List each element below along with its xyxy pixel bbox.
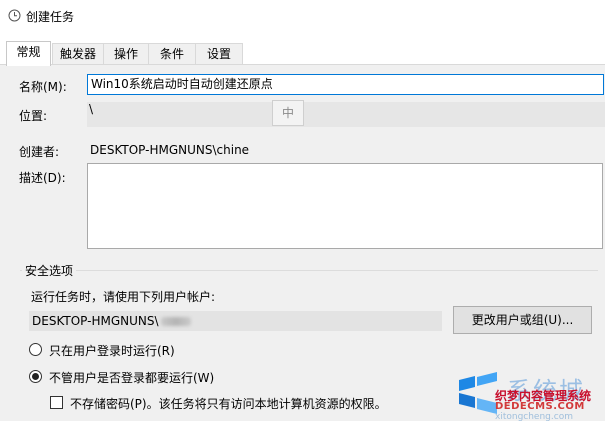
watermark: 系统城 织梦内容管理系统 DEDECMS.COM xitongcheng.com (455, 368, 605, 421)
no-store-password-label[interactable]: 不存储密码(P)。该任务将只有访问本地计算机资源的权限。 (70, 395, 387, 412)
author-label: 创建者: (19, 145, 60, 159)
tab-conditions[interactable]: 条件 (148, 43, 196, 65)
description-label: 描述(D): (19, 171, 66, 185)
tab-settings[interactable]: 设置 (195, 43, 243, 65)
radio-always-run[interactable] (29, 370, 42, 383)
description-input[interactable] (87, 163, 603, 249)
location-label: 位置: (19, 109, 48, 123)
no-store-password-checkbox[interactable] (50, 396, 63, 409)
tab-strip: 常规 触发器 操作 条件 设置 (0, 41, 605, 66)
tab-actions[interactable]: 操作 (103, 43, 149, 65)
radio-logged-on-label[interactable]: 只在用户登录时运行(R) (49, 342, 175, 359)
radio-always-run-label[interactable]: 不管用户是否登录都要运行(W) (49, 369, 214, 386)
security-group-title: 安全选项 (22, 262, 77, 279)
redacted-username (160, 317, 191, 326)
run-as-prompt: 运行任务时，请使用下列用户帐户: (31, 290, 216, 304)
task-name-input[interactable]: Win10系统启动时自动创建还原点 (87, 74, 604, 95)
security-group-border (20, 270, 598, 271)
tab-triggers[interactable]: 触发器 (52, 43, 104, 65)
user-account-field: DESKTOP-HMGNUNS\ (29, 311, 442, 331)
author-value: DESKTOP-HMGNUNS\chine (90, 143, 250, 157)
user-account-value: DESKTOP-HMGNUNS\ (32, 314, 159, 328)
ime-indicator[interactable]: 中 (272, 100, 304, 126)
tab-general[interactable]: 常规 (6, 41, 51, 66)
tab-divider (0, 64, 605, 65)
radio-logged-on[interactable] (29, 343, 42, 356)
radio-selected-dot (32, 373, 39, 380)
watermark-domain: DEDECMS.COM (495, 401, 585, 412)
watermark-url: xitongcheng.com (495, 412, 573, 421)
window-title: 创建任务 (26, 10, 75, 24)
location-value: \ (87, 102, 605, 127)
change-user-button[interactable]: 更改用户或组(U)... (453, 306, 592, 334)
clock-icon (8, 9, 21, 22)
title-bar: 创建任务 (0, 0, 605, 32)
name-label: 名称(M): (19, 80, 67, 94)
